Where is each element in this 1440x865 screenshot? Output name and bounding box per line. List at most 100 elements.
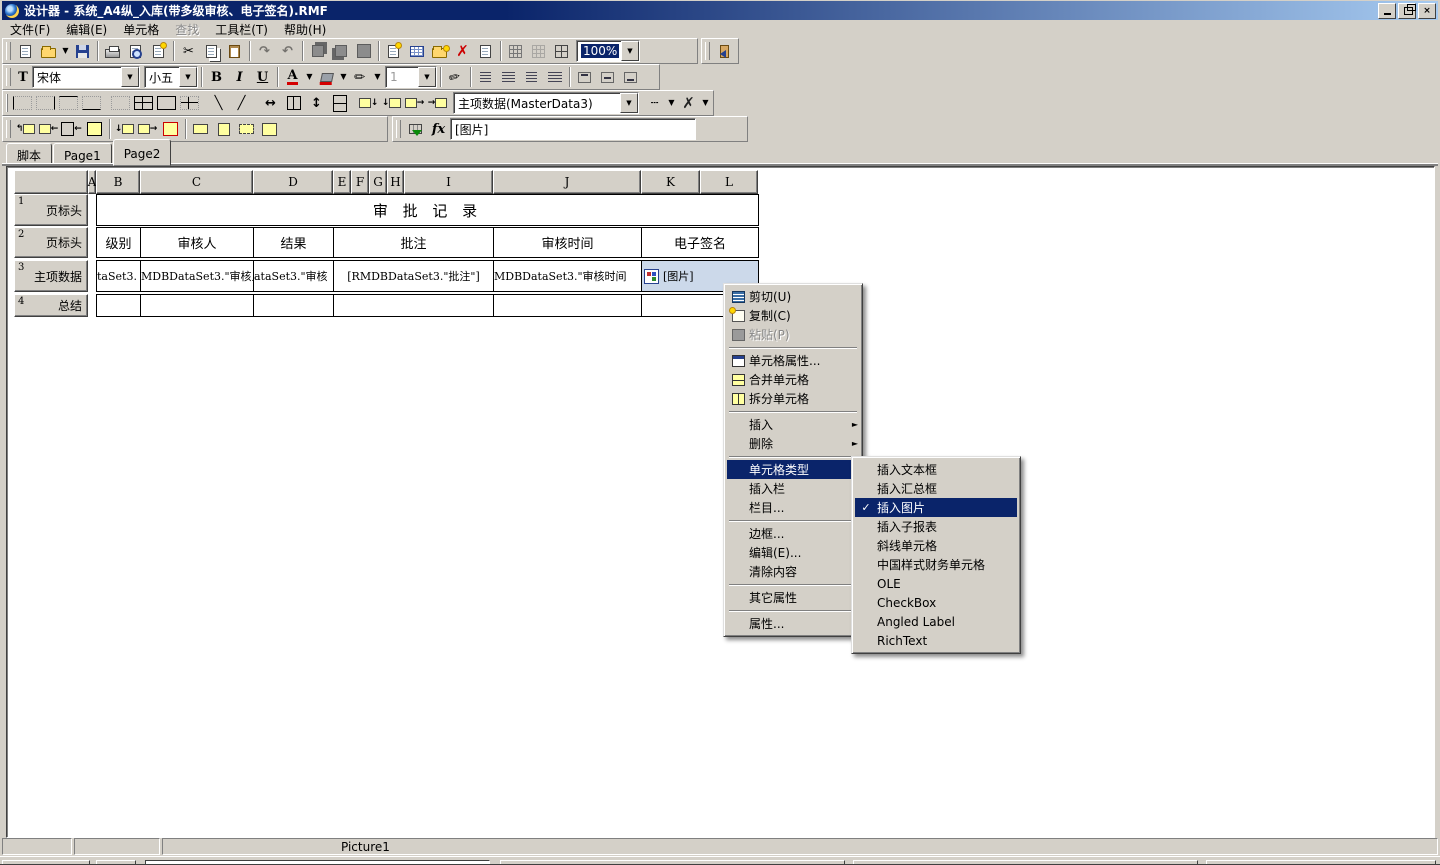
cell-header-signature[interactable]: 电子签名 bbox=[641, 227, 759, 258]
cell-summary-c4[interactable] bbox=[140, 294, 254, 317]
cell-data-auditor[interactable]: MDBDataSet3."审核人 bbox=[140, 260, 254, 292]
context-menu-item-8[interactable]: 插入► bbox=[727, 415, 859, 434]
taskbar-button-active[interactable] bbox=[145, 860, 490, 864]
context-menu-item-19[interactable]: 其它属性► bbox=[727, 588, 859, 607]
cell-type-submenu-item-5[interactable]: 中国样式财务单元格 bbox=[855, 555, 1017, 574]
quick-launch[interactable] bbox=[96, 860, 136, 864]
context-menu-item-17[interactable]: 清除内容 bbox=[727, 562, 859, 581]
column-header-F-label: F bbox=[356, 175, 364, 189]
cell-type-submenu-item-6[interactable]: OLE bbox=[855, 574, 1017, 593]
cell-type-submenu-item-8[interactable]: Angled Label bbox=[855, 612, 1017, 631]
tab-page2[interactable]: Page2 bbox=[113, 139, 172, 166]
cell-header-result[interactable]: 结果 bbox=[253, 227, 334, 258]
row-header-2-label: 页标头 bbox=[46, 234, 82, 251]
designer-window: 设计器 - 系统_A4纵_入库(带多级审核、电子签名).RMF × 文件(F) … bbox=[0, 0, 1440, 865]
grid-corner[interactable] bbox=[14, 170, 88, 194]
cell-header-time[interactable]: 审核时间 bbox=[493, 227, 642, 258]
column-header-J-label: J bbox=[565, 175, 570, 189]
column-header-G[interactable]: G bbox=[369, 170, 387, 194]
cell-data-result[interactable]: ataSet3."审核 bbox=[253, 260, 334, 292]
cell-type-submenu-item-7[interactable]: CheckBox bbox=[855, 593, 1017, 612]
column-header-H-label: H bbox=[390, 175, 400, 189]
menu-item-label: 插入图片 bbox=[877, 499, 1005, 516]
taskbar-button[interactable] bbox=[853, 860, 1198, 864]
tab-label: Page2 bbox=[124, 147, 161, 161]
taskbar-button[interactable] bbox=[1206, 860, 1436, 864]
column-header-A[interactable]: A bbox=[88, 170, 96, 194]
cell-summary-d4[interactable] bbox=[253, 294, 334, 317]
column-header-D[interactable]: D bbox=[253, 170, 333, 194]
cell-type-submenu: 插入文本框插入汇总框✓插入图片插入子报表斜线单元格中国样式财务单元格 OLE Che… bbox=[851, 456, 1021, 654]
cell-type-submenu-item-1[interactable]: 插入汇总框 bbox=[855, 479, 1017, 498]
cell-header-auditor[interactable]: 审核人 bbox=[140, 227, 254, 258]
split-cells-icon bbox=[727, 393, 749, 405]
column-header-H[interactable]: H bbox=[387, 170, 404, 194]
cell-type-submenu-item-0[interactable]: 插入文本框 bbox=[855, 460, 1017, 479]
submenu-arrow-icon: ► bbox=[847, 439, 858, 448]
column-header-C[interactable]: C bbox=[140, 170, 253, 194]
context-menu-item-21[interactable]: 属性... bbox=[727, 614, 859, 633]
row-header-4-label: 总结 bbox=[58, 297, 82, 314]
context-menu-item-11[interactable]: 单元格类型► bbox=[727, 460, 859, 479]
column-header-C-label: C bbox=[192, 175, 201, 189]
column-header-E-label: E bbox=[338, 175, 347, 189]
context-menu-item-13[interactable]: 栏目...► bbox=[727, 498, 859, 517]
taskbar-button[interactable] bbox=[500, 860, 845, 864]
row-number: 4 bbox=[18, 296, 24, 307]
cell-summary-b4[interactable] bbox=[96, 294, 141, 317]
column-header-L[interactable]: L bbox=[700, 170, 758, 194]
context-menu-item-2[interactable]: 粘贴(P) bbox=[727, 325, 859, 344]
menu-item-label: 复制(C) bbox=[749, 307, 847, 324]
context-menu-item-5[interactable]: 合并单元格 bbox=[727, 370, 859, 389]
copy-menu-icon bbox=[727, 310, 749, 322]
menu-item-label: OLE bbox=[877, 577, 1005, 591]
windows-taskbar bbox=[0, 856, 1440, 864]
context-menu-item-16[interactable]: 编辑(E)... bbox=[727, 543, 859, 562]
cell-type-submenu-item-3[interactable]: 插入子报表 bbox=[855, 517, 1017, 536]
menu-item-label: 插入子报表 bbox=[877, 518, 1005, 535]
cell-summary-e4[interactable] bbox=[333, 294, 494, 317]
cell-type-submenu-item-4[interactable]: 斜线单元格 bbox=[855, 536, 1017, 555]
row-header-3[interactable]: 主项数据 3 bbox=[14, 260, 88, 292]
cell-type-submenu-item-2[interactable]: ✓插入图片 bbox=[855, 498, 1017, 517]
cell-data-comment[interactable]: [RMDBDataSet3."批注"] bbox=[333, 260, 494, 292]
status-bar: Picture1 bbox=[2, 838, 1438, 855]
cell-type-submenu-item-9[interactable]: RichText bbox=[855, 631, 1017, 650]
cell-context-menu: 剪切(U)复制(C)粘贴(P) 单元格属性...合并单元格拆分单元格插入►删除► 单… bbox=[723, 283, 863, 637]
column-header-G-label: G bbox=[373, 175, 383, 189]
column-header-I-label: I bbox=[446, 175, 451, 189]
context-menu-item-15[interactable]: 边框... bbox=[727, 524, 859, 543]
cell-header-comment[interactable]: 批注 bbox=[333, 227, 494, 258]
context-menu-item-12[interactable]: 插入栏► bbox=[727, 479, 859, 498]
cell-header-level[interactable]: 级别 bbox=[96, 227, 141, 258]
status-panel-1 bbox=[2, 838, 72, 855]
menu-item-label: 斜线单元格 bbox=[877, 537, 1005, 554]
row-number: 2 bbox=[18, 229, 24, 240]
submenu-arrow-icon: ► bbox=[847, 420, 858, 429]
column-header-K[interactable]: K bbox=[641, 170, 700, 194]
row-header-2[interactable]: 页标头 2 bbox=[14, 227, 88, 258]
context-menu-item-6[interactable]: 拆分单元格 bbox=[727, 389, 859, 408]
column-header-F[interactable]: F bbox=[351, 170, 369, 194]
row-number: 3 bbox=[18, 262, 24, 273]
column-header-I[interactable]: I bbox=[404, 170, 493, 194]
column-header-B[interactable]: B bbox=[96, 170, 140, 194]
cell-summary-j4[interactable] bbox=[493, 294, 642, 317]
split-cells-icon bbox=[732, 393, 745, 405]
cell-data-time[interactable]: MDBDataSet3."审核时间 bbox=[493, 260, 642, 292]
column-header-E[interactable]: E bbox=[333, 170, 351, 194]
start-button[interactable] bbox=[2, 860, 90, 864]
context-menu-item-1[interactable]: 复制(C) bbox=[727, 306, 859, 325]
column-header-J[interactable]: J bbox=[493, 170, 641, 194]
row-header-3-label: 主项数据 bbox=[34, 268, 82, 285]
context-menu-item-9[interactable]: 删除► bbox=[727, 434, 859, 453]
context-menu-item-4[interactable]: 单元格属性... bbox=[727, 351, 859, 370]
menu-item-label: 删除 bbox=[749, 435, 847, 452]
row-header-4[interactable]: 总结 4 bbox=[14, 294, 88, 317]
cell-title-B1[interactable]: 审 批 记 录 bbox=[96, 194, 759, 226]
menu-item-label: 边框... bbox=[749, 525, 847, 542]
context-menu-item-0[interactable]: 剪切(U) bbox=[727, 287, 859, 306]
row-header-1[interactable]: 页标头1 bbox=[14, 194, 88, 226]
cell-data-level[interactable]: taSet3. bbox=[96, 260, 141, 292]
menu-item-label: 单元格类型 bbox=[749, 461, 847, 478]
